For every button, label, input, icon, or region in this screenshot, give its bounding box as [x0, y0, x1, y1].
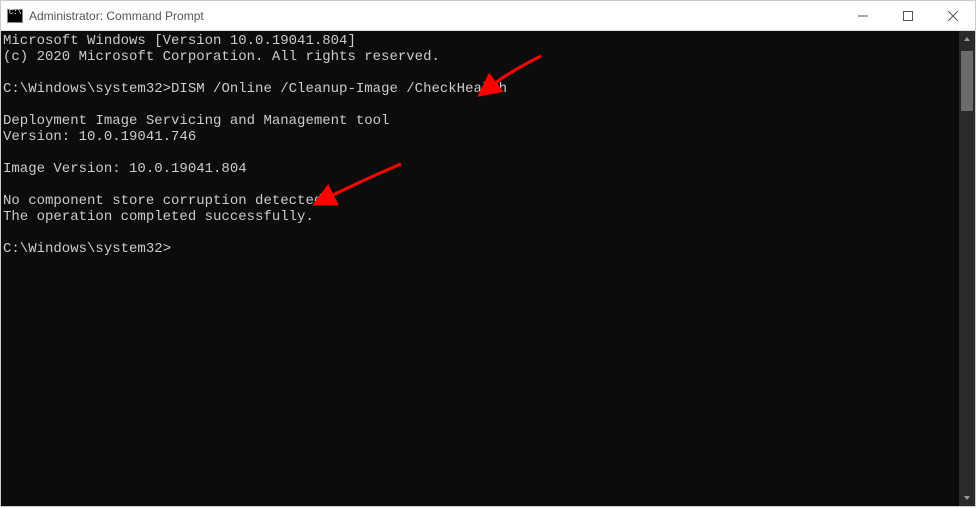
app-icon: C:\ — [7, 8, 23, 24]
console-output[interactable]: Microsoft Windows [Version 10.0.19041.80… — [1, 31, 959, 506]
dism-header: Deployment Image Servicing and Managemen… — [3, 113, 389, 129]
vertical-scrollbar[interactable] — [959, 31, 975, 506]
maximize-button[interactable] — [885, 1, 930, 30]
window-controls — [840, 1, 975, 30]
prompt-path: C:\Windows\system32> — [3, 241, 171, 257]
command-text: DISM /Online /Cleanup-Image /CheckHealth — [171, 81, 507, 97]
banner-line: Microsoft Windows [Version 10.0.19041.80… — [3, 33, 356, 49]
minimize-icon — [858, 11, 868, 21]
titlebar[interactable]: C:\ Administrator: Command Prompt — [1, 1, 975, 31]
banner-line: (c) 2020 Microsoft Corporation. All righ… — [3, 49, 440, 65]
cmd-icon: C:\ — [7, 9, 23, 23]
scroll-thumb[interactable] — [961, 51, 973, 111]
result-line: No component store corruption detected. — [3, 193, 331, 209]
close-button[interactable] — [930, 1, 975, 30]
result-line: The operation completed successfully. — [3, 209, 314, 225]
prompt-path: C:\Windows\system32> — [3, 81, 171, 97]
scroll-up-button[interactable] — [959, 31, 975, 47]
chevron-up-icon — [963, 35, 971, 43]
client-area: Microsoft Windows [Version 10.0.19041.80… — [1, 31, 975, 506]
minimize-button[interactable] — [840, 1, 885, 30]
scroll-down-button[interactable] — [959, 490, 975, 506]
chevron-down-icon — [963, 494, 971, 502]
dism-version: Version: 10.0.19041.746 — [3, 129, 196, 145]
window-title: Administrator: Command Prompt — [29, 9, 840, 23]
close-icon — [948, 11, 958, 21]
image-version: Image Version: 10.0.19041.804 — [3, 161, 247, 177]
maximize-icon — [903, 11, 913, 21]
command-prompt-window: C:\ Administrator: Command Prompt Micros… — [0, 0, 976, 507]
